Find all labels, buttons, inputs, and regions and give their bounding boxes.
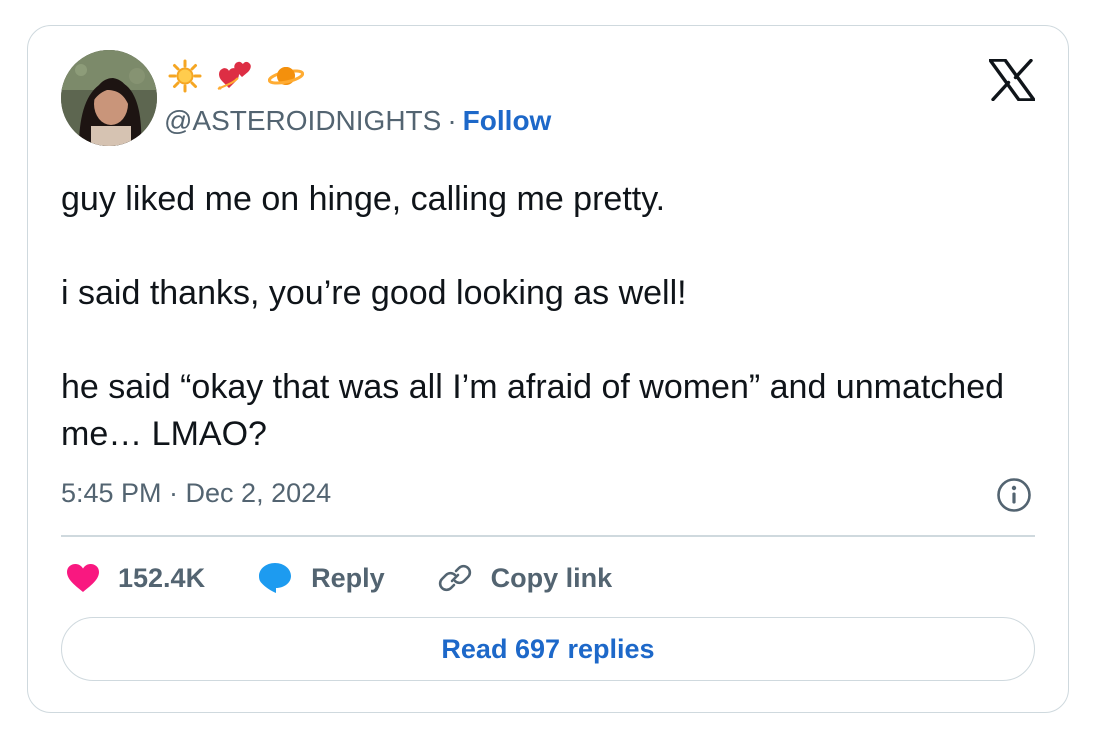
heart-icon <box>66 563 100 593</box>
display-name-emojis <box>168 59 304 93</box>
link-icon <box>437 560 473 596</box>
avatar[interactable] <box>61 50 157 146</box>
follow-button[interactable]: Follow <box>463 105 552 136</box>
sparkling-heart-icon <box>216 59 254 93</box>
speech-bubble-icon <box>257 561 293 595</box>
info-icon[interactable] <box>996 477 1032 513</box>
divider <box>61 535 1035 537</box>
tweet-text: guy liked me on hinge, calling me pretty… <box>61 176 1021 458</box>
tweet-timestamp[interactable]: 5:45 PM · Dec 2, 2024 <box>61 476 331 510</box>
like-count: 152.4K <box>118 562 206 593</box>
tweet-paragraph: i said thanks, you’re good looking as we… <box>61 274 687 312</box>
author-handle[interactable]: @ASTEROIDNIGHTS <box>164 105 441 136</box>
read-replies-button[interactable]: Read 697 replies <box>61 617 1035 681</box>
tweet-paragraph: he said “okay that was all I’m afraid of… <box>61 368 1005 453</box>
action-bar: 152.4K Reply Copy link <box>66 556 664 600</box>
handle-separator: · <box>447 105 457 136</box>
like-button[interactable]: 152.4K <box>66 563 205 594</box>
copy-link-button[interactable]: Copy link <box>437 560 613 596</box>
sun-icon <box>168 59 202 93</box>
copy-link-label: Copy link <box>490 562 613 593</box>
tweet-paragraph: guy liked me on hinge, calling me pretty… <box>61 180 666 218</box>
author-line: @ASTEROIDNIGHTS · Follow <box>164 104 551 138</box>
x-logo-icon[interactable] <box>988 58 1036 102</box>
reply-button[interactable]: Reply <box>257 561 385 595</box>
reply-label: Reply <box>311 562 385 593</box>
ringed-planet-icon <box>268 61 304 91</box>
tweet-card: @ASTEROIDNIGHTS · Follow guy liked me on h… <box>27 25 1069 713</box>
